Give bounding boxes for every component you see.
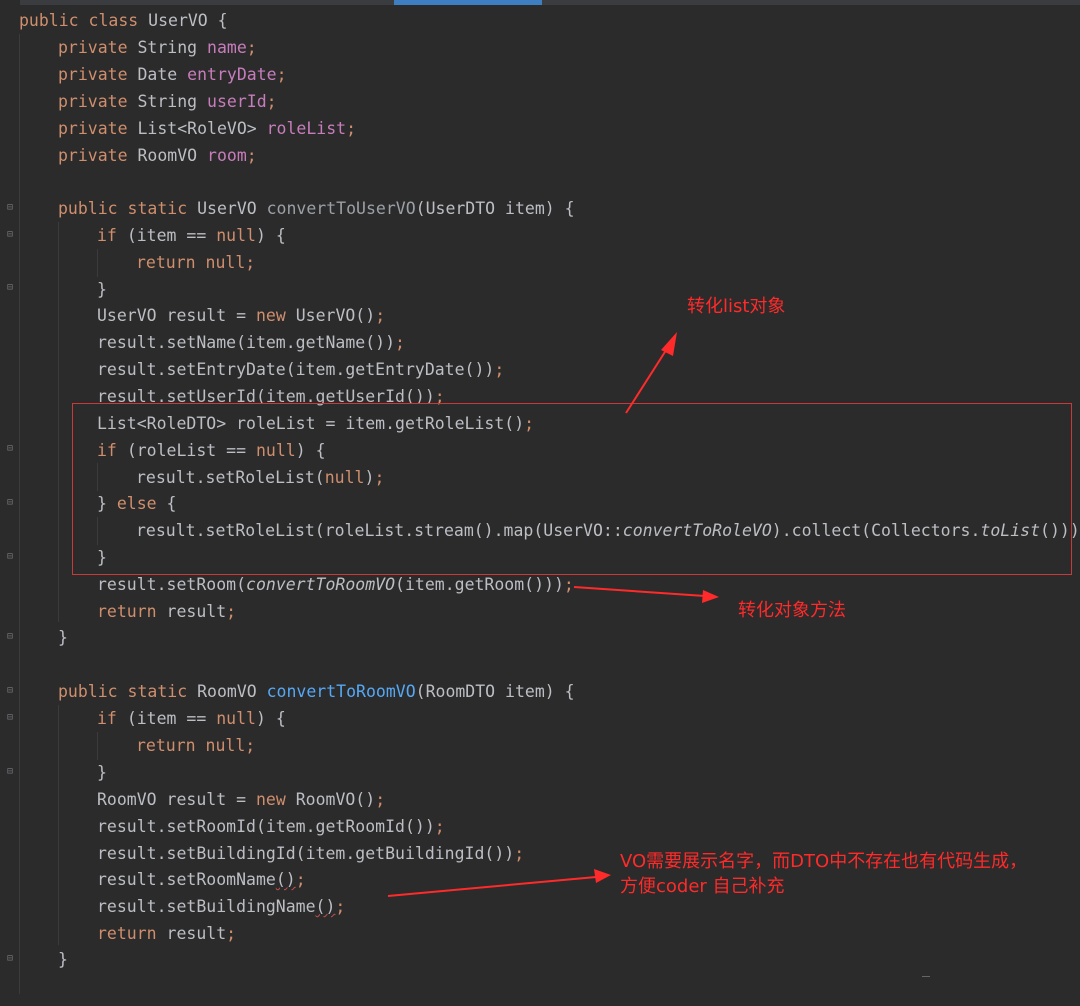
annotation-vo-note-line1: VO需要展示名字，而DTO中不存在也有代码生成， [620,851,1028,872]
minor-dash [922,976,930,977]
arrow-to-list-note [625,343,671,414]
code-editor[interactable]: ⊟ ⊟ ⊟ ⊟ ⊟ ⊟ ⊟ ⊟ ⊟ ⊟ ⊟ public class UserV… [0,0,1080,1006]
arrow-head [702,590,719,603]
arrow-head [594,869,611,883]
annotation-list-convert: 转化list对象 [687,296,786,317]
arrow-head [661,332,677,356]
arrow-to-method-note [573,586,706,597]
arrow-to-vo-note [387,876,597,897]
annotation-vo-note-line2: 方便coder 自己补充 [620,876,785,897]
annotation-convert-method: 转化对象方法 [738,600,846,621]
